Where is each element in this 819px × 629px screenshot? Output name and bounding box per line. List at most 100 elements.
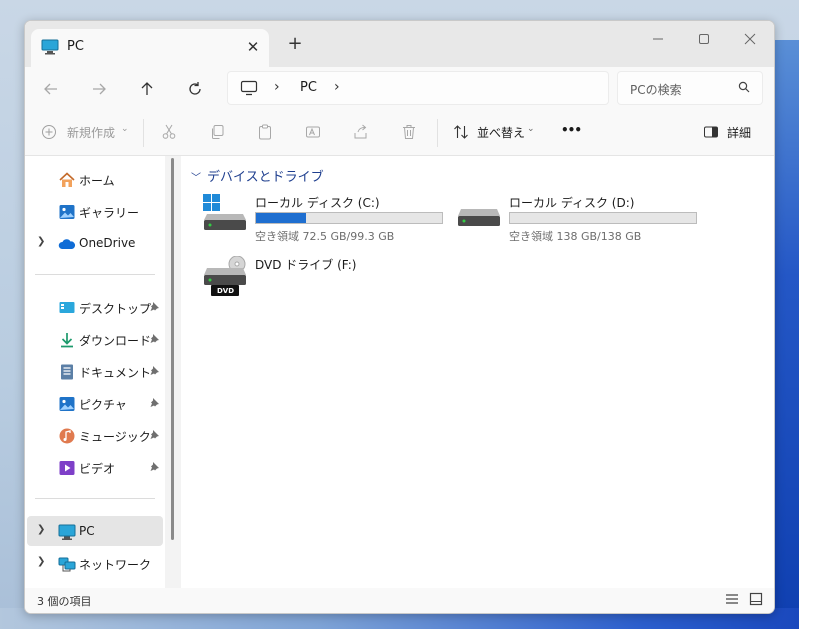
copy-button[interactable] [209, 121, 229, 145]
tab-pc[interactable]: PC ✕ [31, 29, 269, 67]
pin-icon[interactable] [149, 333, 160, 347]
desktop-folder-icon [58, 299, 76, 317]
forward-button[interactable] [85, 75, 113, 103]
pictures-icon [58, 395, 76, 413]
paste-button[interactable] [257, 121, 277, 145]
drive-usage-fill [256, 213, 307, 223]
list-view-icon [726, 594, 738, 604]
gallery-icon [58, 203, 76, 221]
trash-icon [403, 125, 415, 139]
delete-button[interactable] [401, 121, 421, 145]
pin-icon[interactable] [149, 365, 160, 379]
drive-free-space: 空き領域 138 GB/138 GB [509, 230, 642, 243]
drive-item-c[interactable]: ローカル ディスク (C:) 空き領域 72.5 GB/99.3 GB [203, 192, 463, 248]
address-bar[interactable]: › PC › [227, 71, 609, 105]
drive-usage-bar [255, 212, 443, 224]
pin-icon[interactable] [149, 397, 160, 411]
chevron-down-icon: ⌄ [121, 124, 129, 134]
new-item-label: 新規作成 [67, 126, 116, 140]
tiles-view-button[interactable] [749, 592, 765, 608]
drive-free-space: 空き領域 72.5 GB/99.3 GB [255, 230, 395, 243]
onedrive-cloud-icon [58, 235, 76, 253]
sidebar-item-label: ドキュメント [79, 366, 152, 380]
sidebar-item-music[interactable]: ミュージック [27, 420, 163, 450]
rename-icon [306, 126, 320, 138]
sidebar-item-downloads[interactable]: ダウンロード [27, 324, 163, 354]
sort-button[interactable]: 並べ替え ⌄ [453, 121, 539, 145]
chevron-right-icon[interactable]: ❯ [37, 236, 45, 247]
group-header-devices-drives[interactable]: ﹀ デバイスとドライブ [191, 166, 324, 185]
pin-icon[interactable] [149, 301, 160, 315]
back-arrow-icon [44, 83, 57, 95]
breadcrumb-pc[interactable]: PC [300, 80, 317, 95]
dvd-badge: DVD [217, 287, 235, 295]
maximize-button[interactable] [681, 27, 727, 53]
sidebar-item-onedrive[interactable]: ❯ OneDrive [27, 228, 163, 258]
breadcrumb-chevron-icon[interactable]: › [274, 79, 280, 95]
drive-item-d[interactable]: ローカル ディスク (D:) 空き領域 138 GB/138 GB [457, 192, 717, 248]
home-icon [58, 171, 76, 189]
sidebar-item-pictures[interactable]: ピクチャ [27, 388, 163, 418]
refresh-icon [189, 82, 201, 95]
sidebar-item-label: ネットワーク [79, 558, 152, 572]
breadcrumb-chevron-icon[interactable]: › [334, 79, 340, 95]
refresh-button[interactable] [181, 75, 209, 103]
share-button[interactable] [353, 121, 373, 145]
documents-icon [58, 363, 76, 381]
cut-button[interactable] [161, 121, 181, 145]
rename-button[interactable] [305, 121, 325, 145]
close-tab-icon[interactable]: ✕ [243, 37, 263, 57]
pin-icon[interactable] [149, 461, 160, 475]
chevron-down-icon: ﹀ [191, 173, 201, 184]
content-pane: ﹀ デバイスとドライブ ローカル ディスク (C:) 空き領域 72.5 GB/9… [181, 156, 774, 588]
sidebar-item-label: ホーム [79, 174, 115, 188]
new-item-button[interactable]: 新規作成 ⌄ [41, 121, 131, 145]
back-button[interactable] [37, 75, 65, 103]
pin-icon[interactable] [149, 429, 160, 443]
chevron-right-icon[interactable]: ❯ [37, 556, 45, 567]
hard-drive-icon [457, 194, 501, 235]
drive-name: DVD ドライブ (F:) [255, 258, 357, 272]
navigation-scrollbar[interactable] [171, 158, 174, 540]
sort-label: 並べ替え [477, 126, 526, 140]
sidebar-item-network[interactable]: ❯ ネットワーク [27, 548, 163, 578]
sidebar-item-documents[interactable]: ドキュメント [27, 356, 163, 386]
sidebar-item-desktop[interactable]: デスクトップ [27, 292, 163, 322]
minimize-button[interactable] [635, 27, 681, 53]
toolbar-divider [143, 119, 144, 147]
dvd-drive-icon: DVD [203, 255, 251, 303]
tiles-view-icon [749, 592, 763, 606]
sidebar-item-label: ピクチャ [79, 398, 127, 412]
toolbar-divider [437, 119, 438, 147]
sidebar-item-label: ビデオ [79, 462, 116, 476]
sidebar-item-label: OneDrive [79, 236, 136, 250]
navigation-pane: ホーム ギャラリー ❯ OneDrive デスクトップ ダウンロード ドキュメン… [25, 156, 181, 588]
details-pane-button[interactable]: 詳細 [703, 121, 759, 145]
up-button[interactable] [133, 75, 161, 103]
chevron-right-icon[interactable]: ❯ [37, 524, 45, 535]
drive-item-f[interactable]: DVD DVD ドライブ (F:) [203, 254, 463, 310]
sidebar-item-label: ギャラリー [79, 206, 140, 220]
search-placeholder: PCの検索 [630, 83, 682, 97]
download-icon [58, 331, 76, 349]
plus-circle-icon [42, 125, 56, 139]
file-explorer-window: PC ✕ + › PC › PCの検索 新規作成 ⌄ 並べ替え ⌄ ••• 詳細… [24, 20, 775, 614]
sidebar-item-videos[interactable]: ビデオ [27, 452, 163, 482]
new-tab-button[interactable]: + [285, 33, 305, 55]
navigation-bar: › PC › PCの検索 [25, 67, 774, 111]
copy-icon [212, 125, 224, 139]
share-icon [354, 124, 367, 139]
sidebar-item-label: PC [79, 524, 95, 538]
sidebar-divider [35, 498, 155, 499]
sidebar-divider [35, 274, 155, 275]
search-input[interactable]: PCの検索 [617, 71, 763, 105]
sidebar-item-pc[interactable]: ❯ PC [27, 516, 163, 546]
sidebar-item-home[interactable]: ホーム [27, 164, 163, 194]
details-view-button[interactable] [725, 592, 741, 608]
more-options-button[interactable]: ••• [559, 121, 583, 145]
sidebar-item-gallery[interactable]: ギャラリー [27, 196, 163, 226]
tab-title: PC [67, 39, 84, 54]
clipboard-icon [259, 124, 271, 140]
close-window-button[interactable] [727, 27, 773, 53]
system-drive-icon [203, 194, 247, 235]
